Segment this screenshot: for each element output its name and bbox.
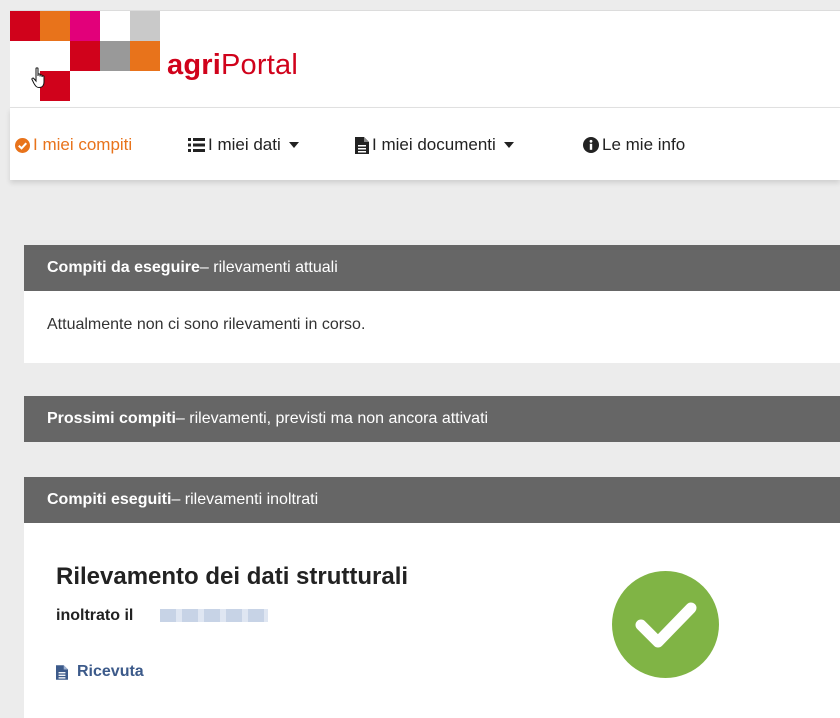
brand-name[interactable]: agriPortal <box>167 49 298 82</box>
section-body-current-tasks: Attualmente non ci sono rilevamenti in c… <box>24 291 840 363</box>
task-title: Rilevamento dei dati strutturali <box>56 563 409 590</box>
section-header-completed-tasks: Compiti eseguiti – rilevamenti inoltrati <box>24 477 840 523</box>
brand-name-part1: agri <box>167 49 221 81</box>
main-navigation: I miei compiti I miei dati I miei docume… <box>10 108 840 180</box>
nav-my-data-label: I miei dati <box>208 135 281 154</box>
brand-name-part2: Portal <box>221 49 298 81</box>
completed-task-card: Rilevamento dei dati strutturali inoltra… <box>24 523 840 718</box>
app-header: agriPortal <box>10 10 840 108</box>
nav-my-tasks-label: I miei compiti <box>33 135 133 154</box>
file-icon <box>56 664 68 680</box>
nav-my-documents[interactable]: I miei documenti <box>355 134 514 156</box>
chevron-down-icon <box>503 142 514 148</box>
nav-my-info[interactable]: Le mie info <box>583 134 685 156</box>
chevron-down-icon <box>288 142 299 148</box>
section-title-bold: Prossimi compiti <box>47 410 176 427</box>
check-circle-icon <box>15 137 30 153</box>
nav-my-documents-label: I miei documenti <box>372 135 496 154</box>
receipt-label: Ricevuta <box>77 663 144 680</box>
section-header-current-tasks: Compiti da eseguire – rilevamenti attual… <box>24 245 840 291</box>
redacted-date <box>160 609 268 622</box>
nav-my-data[interactable]: I miei dati <box>188 134 299 156</box>
hand-pointer-icon <box>31 67 45 89</box>
receipt-link[interactable]: Ricevuta <box>56 663 144 681</box>
list-icon <box>188 138 205 152</box>
section-title-rest: – rilevamenti inoltrati <box>171 491 319 508</box>
section-title-bold: Compiti da eseguire <box>47 259 200 276</box>
submitted-label: inoltrato il <box>56 607 134 624</box>
section-title-rest: – rilevamenti, previsti ma non ancora at… <box>175 410 489 427</box>
section-title-rest: – rilevamenti attuali <box>199 259 338 276</box>
section-title-bold: Compiti eseguiti <box>47 491 172 508</box>
no-surveys-message: Attualmente non ci sono rilevamenti in c… <box>47 316 366 333</box>
nav-my-info-label: Le mie info <box>602 135 686 154</box>
info-circle-icon <box>583 137 599 153</box>
nav-my-tasks[interactable]: I miei compiti <box>15 134 132 156</box>
success-check-icon <box>612 571 719 678</box>
agriportal-logo-mark[interactable] <box>10 11 160 108</box>
file-icon <box>355 136 369 154</box>
section-header-upcoming-tasks: Prossimi compiti – rilevamenti, previsti… <box>24 396 840 442</box>
